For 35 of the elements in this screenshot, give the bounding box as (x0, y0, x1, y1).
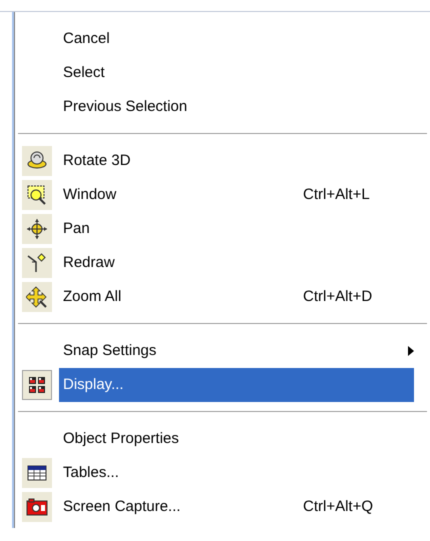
zoom-window-icon (26, 184, 48, 206)
camera-icon (26, 496, 48, 518)
menu-item-label: Window (63, 184, 118, 205)
menu-item-label: Redraw (63, 252, 116, 273)
shortcut-label: Ctrl+Alt+Q (303, 496, 374, 517)
menu-item-label: Object Properties (63, 428, 180, 449)
menu-item-label: Display... (63, 374, 125, 395)
redraw-icon (26, 252, 48, 274)
submenu-arrow-icon (408, 346, 414, 356)
menu-item[interactable]: Rotate 3D (15, 144, 430, 178)
menu-item-label: Snap Settings (63, 340, 158, 361)
menu-item[interactable]: Screen Capture... Ctrl+Alt+Q (15, 490, 430, 524)
shortcut-label: Ctrl+Alt+L (303, 184, 370, 205)
menu-item[interactable]: Select (15, 56, 430, 90)
zoom-all-icon (26, 286, 48, 308)
grid-icon (26, 374, 48, 396)
menu-item-label: Pan (63, 218, 91, 239)
menu-item[interactable]: Redraw (15, 246, 430, 280)
menu-item[interactable]: Snap Settings (15, 334, 430, 368)
menu-item[interactable]: Previous Selection (15, 90, 430, 124)
menu-item-label: Tables... (63, 462, 120, 483)
menu-item[interactable]: Window Ctrl+Alt+L (15, 178, 430, 212)
move-arrows-icon (26, 218, 48, 240)
menu-item[interactable]: Object Properties (15, 422, 430, 456)
menu-item-label: Select (63, 62, 106, 83)
menu-item[interactable]: Zoom All Ctrl+Alt+D (15, 280, 430, 314)
menu-item-label: Screen Capture... (63, 496, 182, 517)
menu-item-label: Previous Selection (63, 96, 188, 117)
menu-item[interactable]: Tables... (15, 456, 430, 490)
menu-item-label: Rotate 3D (63, 150, 132, 171)
menu-item[interactable]: Cancel (15, 22, 430, 56)
shortcut-label: Ctrl+Alt+D (303, 286, 372, 307)
menu-item-label: Zoom All (63, 286, 122, 307)
menu-item-label: Cancel (63, 28, 111, 49)
menu-item[interactable]: Pan (15, 212, 430, 246)
